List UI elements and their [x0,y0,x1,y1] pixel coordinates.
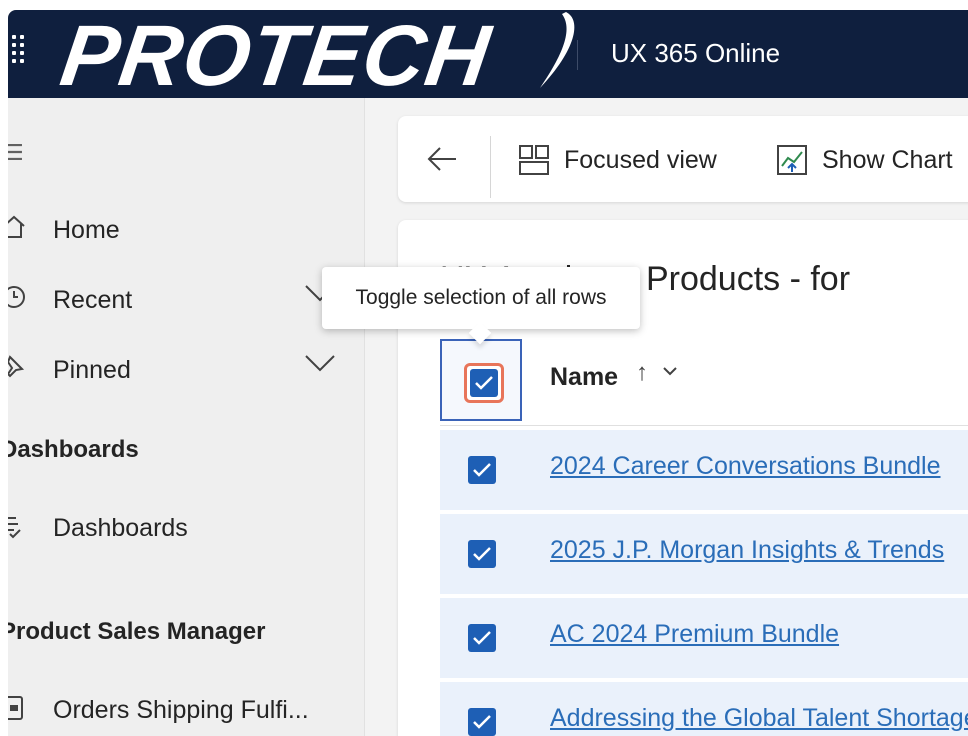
home-icon [8,214,26,247]
chart-icon [777,145,807,175]
sidebar-item-orders[interactable]: Orders Shipping Fulfi... [8,688,364,728]
table-row[interactable]: 2025 J.P. Morgan Insights & Trends [440,514,968,595]
app-window: PROTECH UX 365 Online ☰ Home Recent Pinn… [8,10,968,736]
hamburger-icon[interactable]: ☰ [8,140,24,166]
sidebar-item-label: Pinned [53,356,131,384]
checkmark-icon [473,631,491,645]
tooltip-text: Toggle selection of all rows [355,286,607,309]
row-checkbox[interactable] [468,624,496,652]
app-launcher-icon[interactable] [12,35,30,63]
sidebar-item-label: Home [53,216,120,244]
grid-header-row: Name ↑ [440,335,968,426]
logo-swoosh-icon [540,12,575,88]
checkmark-icon [473,715,491,729]
column-header-name[interactable]: Name [550,363,618,392]
command-separator [490,136,491,198]
command-bar: Focused view Show Chart [398,116,968,202]
row-name-link[interactable]: 2024 Career Conversations Bundle [550,452,941,481]
focused-view-label: Focused view [564,145,717,174]
tooltip: Toggle selection of all rows [322,267,640,345]
pin-icon [8,354,26,387]
header-divider [577,40,578,70]
focused-view-button[interactable]: Focused view [518,140,717,180]
chevron-down-icon[interactable] [662,365,678,377]
checkmark-icon [475,376,493,390]
select-all-checkbox[interactable] [470,369,498,397]
row-name-link[interactable]: AC 2024 Premium Bundle [550,620,839,649]
sidebar-item-label: Recent [53,286,133,314]
section-heading-dashboards: Dashboards [8,436,139,463]
sidebar-item-home[interactable]: Home [8,208,364,248]
sidebar-item-recent[interactable]: Recent [8,278,364,318]
sort-ascending-icon: ↑ [636,359,648,386]
checkmark-icon [473,463,491,477]
orders-icon [8,694,26,729]
select-all-highlight [464,363,504,403]
select-all-cell[interactable] [440,339,522,421]
row-checkbox[interactable] [468,456,496,484]
table-row[interactable]: AC 2024 Premium Bundle [440,598,968,679]
row-name-link[interactable]: Addressing the Global Talent Shortage [550,704,968,733]
checkmark-icon [473,547,491,561]
table-row[interactable]: 2024 Career Conversations Bundle [440,430,968,511]
table-row[interactable]: Addressing the Global Talent Shortage [440,682,968,736]
protech-logo: PROTECH [55,10,586,104]
show-chart-label: Show Chart [822,145,953,174]
app-title[interactable]: UX 365 Online [611,38,780,69]
section-heading-product-sales-manager: Product Sales Manager [8,618,266,645]
row-checkbox[interactable] [468,540,496,568]
clock-icon [8,284,26,317]
sidebar-item-pinned[interactable]: Pinned [8,348,364,388]
top-bar: PROTECH UX 365 Online [8,10,968,104]
focused-view-icon [519,145,549,175]
sidebar-item-label: Dashboards [53,514,188,542]
show-chart-button[interactable]: Show Chart [776,140,953,180]
sidebar-item-dashboards[interactable]: Dashboards [8,506,364,546]
sidebar-item-label: Orders Shipping Fulfi... [53,696,309,724]
logo-wordmark: PROTECH [55,10,497,104]
row-name-link[interactable]: 2025 J.P. Morgan Insights & Trends [550,536,944,565]
row-checkbox[interactable] [468,708,496,736]
dashboard-icon [8,512,26,547]
chevron-down-icon[interactable] [304,352,336,374]
sidebar: ☰ Home Recent Pinned Dashboards Dashboar… [8,98,365,736]
back-arrow-icon[interactable] [426,144,458,174]
